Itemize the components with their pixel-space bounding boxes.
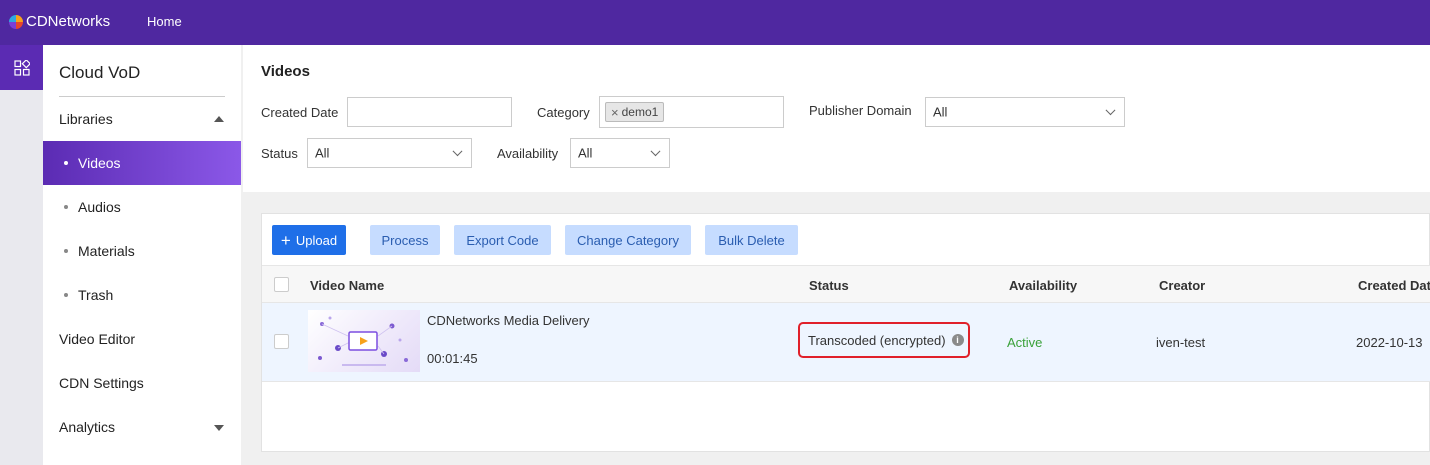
status-highlight-box: Transcoded (encrypted) i xyxy=(798,322,970,358)
category-label: Category xyxy=(537,105,590,120)
plus-icon: + xyxy=(280,230,291,250)
sidebar-item-label: CDN Settings xyxy=(59,375,144,391)
publisher-domain-value: All xyxy=(933,104,948,120)
row-checkbox[interactable] xyxy=(274,334,289,349)
status-label: Status xyxy=(261,146,298,161)
sidebar-item-analytics[interactable]: Analytics xyxy=(43,405,241,449)
bullet-icon xyxy=(64,293,68,297)
bullet-icon xyxy=(64,249,68,253)
sidebar-item-label: Analytics xyxy=(59,419,116,435)
app-rail xyxy=(0,45,43,465)
close-icon[interactable]: × xyxy=(611,105,619,120)
created-date-input[interactable] xyxy=(347,97,512,127)
bullet-icon xyxy=(64,161,68,165)
page-title: Videos xyxy=(261,63,310,80)
filter-panel: Videos Created Date Category × demo1 Pub… xyxy=(243,45,1430,192)
brand-logo[interactable]: CDNetworks xyxy=(9,13,110,30)
sidebar-item-label: Trash xyxy=(78,287,114,303)
caret-up-icon xyxy=(214,116,224,122)
upload-button[interactable]: + Upload xyxy=(272,225,346,255)
sidebar-item-audios[interactable]: Audios xyxy=(43,185,241,229)
brand-name: CDNetworks xyxy=(26,13,111,30)
sidebar-item-libraries[interactable]: Libraries xyxy=(43,97,241,141)
info-icon[interactable]: i xyxy=(951,334,964,346)
availability-value: All xyxy=(578,145,593,161)
sidebar-item-label: Videos xyxy=(78,155,121,171)
rail-grid-button[interactable] xyxy=(0,45,43,90)
sidebar-item-materials[interactable]: Materials xyxy=(43,229,241,273)
video-list-panel: + Upload Process Export Code Change Cate… xyxy=(261,213,1430,452)
sidebar-title: Cloud VoD xyxy=(59,63,141,82)
video-thumbnail-graphic-icon xyxy=(318,316,408,366)
category-tag-label: demo1 xyxy=(621,105,659,119)
sidebar-item-label: Materials xyxy=(78,243,135,259)
sidebar-item-label: Libraries xyxy=(59,111,113,127)
video-name[interactable]: CDNetworks Media Delivery xyxy=(427,313,590,328)
video-thumbnail[interactable] xyxy=(308,310,420,372)
video-created-date: 2022-10-13 xyxy=(1356,335,1423,350)
category-tag: × demo1 xyxy=(605,102,665,122)
video-availability: Active xyxy=(1007,335,1043,350)
table-row[interactable]: CDNetworks Media Delivery 00:01:45 Trans… xyxy=(262,303,1430,382)
upload-label: Upload xyxy=(295,232,338,248)
video-duration: 00:01:45 xyxy=(427,351,478,366)
status-select[interactable]: All xyxy=(307,138,472,168)
video-creator: iven-test xyxy=(1156,335,1206,350)
bulk-delete-button[interactable]: Bulk Delete xyxy=(705,225,798,255)
sidebar-item-cdn-settings[interactable]: CDN Settings xyxy=(43,361,241,405)
sidebar-item-label: Audios xyxy=(78,199,121,215)
change-category-button[interactable]: Change Category xyxy=(565,225,691,255)
column-availability[interactable]: Availability xyxy=(1009,278,1077,293)
availability-label: Availability xyxy=(497,146,559,161)
top-navbar: CDNetworks Home xyxy=(0,0,1430,45)
column-video-name[interactable]: Video Name xyxy=(310,278,384,293)
video-status: Transcoded (encrypted) xyxy=(808,332,946,348)
publisher-domain-label: Publisher Domain xyxy=(809,103,912,118)
publisher-domain-select[interactable]: All xyxy=(925,97,1125,127)
select-all-checkbox[interactable] xyxy=(274,277,289,292)
home-link[interactable]: Home xyxy=(147,14,182,29)
sidebar-item-video-editor[interactable]: Video Editor xyxy=(43,317,241,361)
table-header: Video Name Status Availability Creator C… xyxy=(262,265,1430,303)
category-select[interactable]: × demo1 xyxy=(599,96,784,128)
status-value: All xyxy=(315,145,330,161)
sidebar-item-trash[interactable]: Trash xyxy=(43,273,241,317)
column-status[interactable]: Status xyxy=(809,278,849,293)
chevron-down-icon xyxy=(452,146,463,157)
caret-down-icon xyxy=(214,425,224,431)
export-code-button[interactable]: Export Code xyxy=(454,225,551,255)
availability-select[interactable]: All xyxy=(570,138,670,168)
column-creator[interactable]: Creator xyxy=(1159,278,1205,293)
sidebar: Cloud VoD Libraries Videos Audios Materi… xyxy=(43,45,241,465)
cdnetworks-logo-icon xyxy=(9,14,23,29)
grid-icon xyxy=(13,59,30,76)
sidebar-item-videos[interactable]: Videos xyxy=(43,141,241,185)
sidebar-item-label: Video Editor xyxy=(59,331,136,347)
chevron-down-icon xyxy=(1105,105,1116,116)
process-button[interactable]: Process xyxy=(370,225,440,255)
chevron-down-icon xyxy=(650,146,661,157)
column-created-date[interactable]: Created Dat xyxy=(1358,278,1430,293)
created-date-label: Created Date xyxy=(261,105,339,120)
bullet-icon xyxy=(64,205,68,209)
